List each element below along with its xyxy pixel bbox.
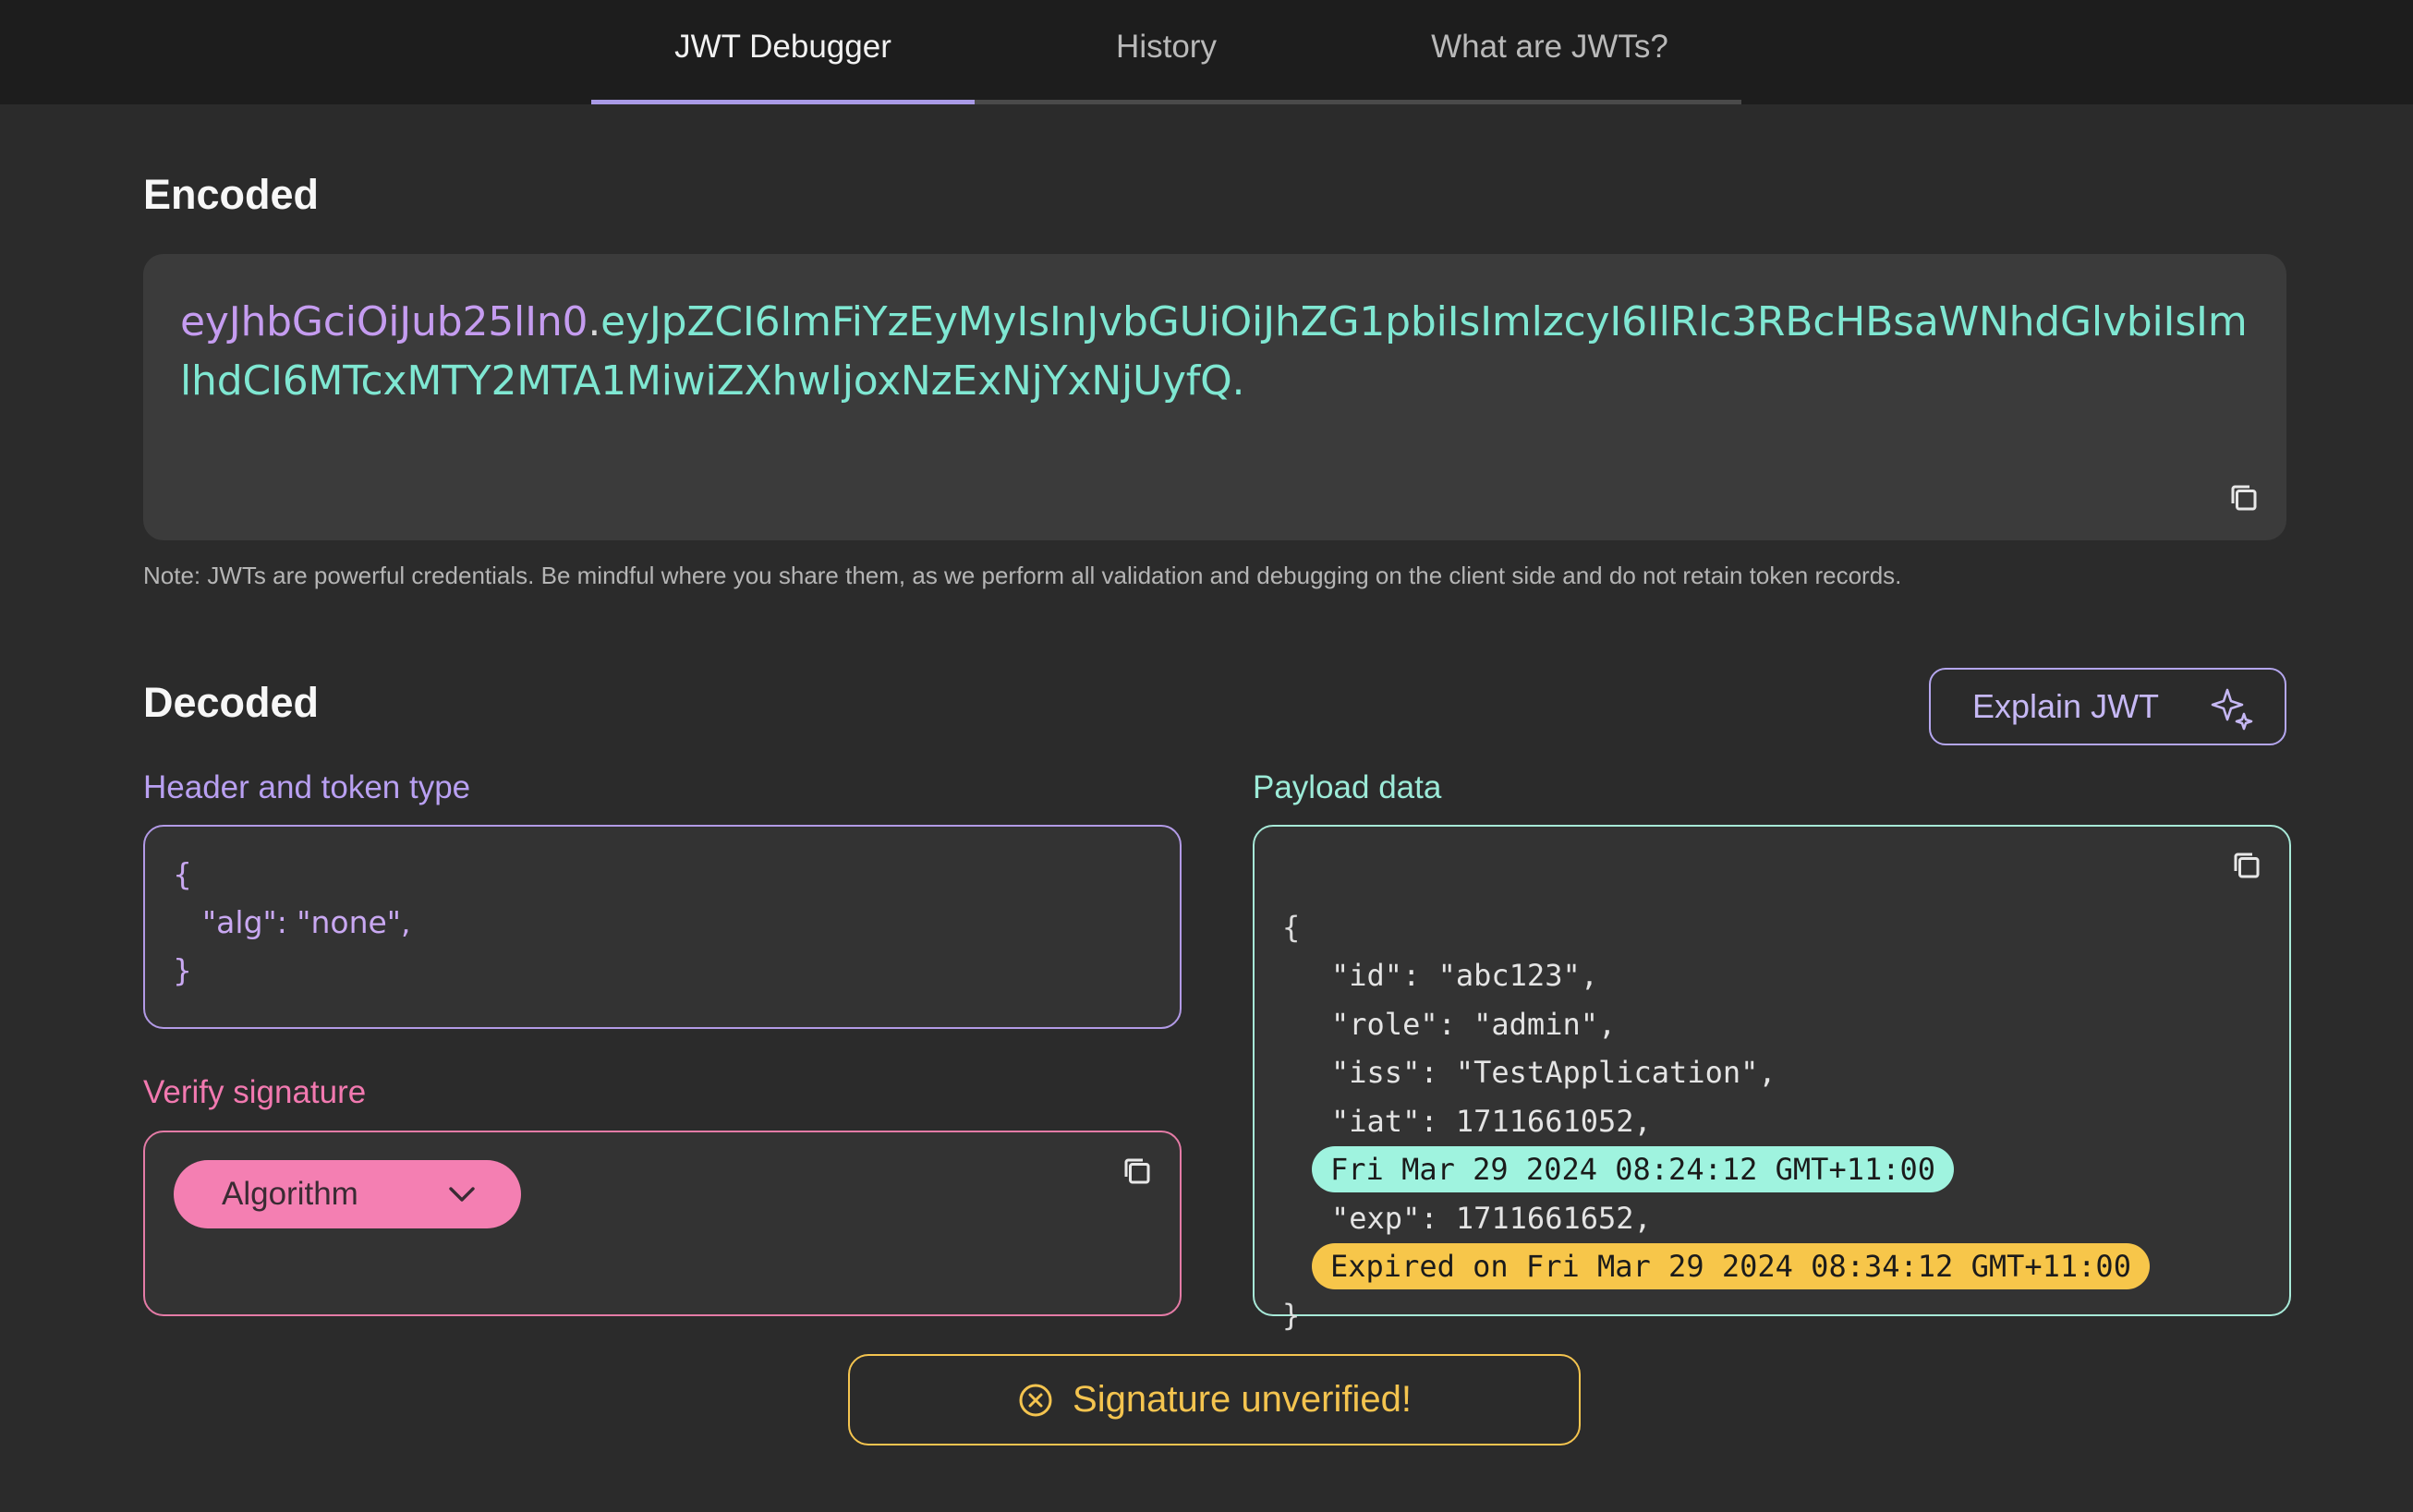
copy-icon[interactable] xyxy=(2227,481,2261,514)
algorithm-select-label: Algorithm xyxy=(222,1176,358,1212)
x-circle-icon xyxy=(1019,1384,1052,1416)
iat-date-badge: Fri Mar 29 2024 08:24:12 GMT+11:00 xyxy=(1312,1146,1955,1192)
chevron-down-icon xyxy=(449,1187,475,1202)
header-section-label: Header and token type xyxy=(143,769,471,805)
top-nav: JWT Debugger History What are JWTs? xyxy=(0,0,2413,104)
signature-status-text: Signature unverified! xyxy=(1073,1379,1412,1420)
json-close-brace: } xyxy=(173,952,192,988)
tab-what-are-jwts[interactable]: What are JWTs? xyxy=(1358,0,1741,104)
json-open-brace: { xyxy=(173,856,192,892)
copy-icon[interactable] xyxy=(2230,849,2263,882)
copy-icon[interactable] xyxy=(1121,1155,1154,1188)
encoded-title: Encoded xyxy=(143,171,320,218)
encoded-token-input[interactable]: eyJhbGciOiJub25lIn0.eyJpZCI6ImFiYzEyMyIs… xyxy=(143,254,2286,540)
json-line-exp: "exp": 1711661652, xyxy=(1331,1200,1652,1236)
header-json-editor[interactable]: { "alg": "none", } xyxy=(143,825,1182,1029)
signature-status-banner: Signature unverified! xyxy=(848,1354,1581,1445)
json-line-role: "role": "admin", xyxy=(1331,1006,1617,1042)
json-line-alg: "alg": "none", xyxy=(202,904,411,940)
json-open-brace: { xyxy=(1282,909,1301,945)
sparkle-icon xyxy=(2211,688,2253,731)
token-dot: . xyxy=(588,298,601,345)
decoded-title: Decoded xyxy=(143,679,320,726)
exp-expired-badge: Expired on Fri Mar 29 2024 08:34:12 GMT+… xyxy=(1312,1243,2150,1289)
payload-section-label: Payload data xyxy=(1253,769,1442,805)
tab-history[interactable]: History xyxy=(975,0,1358,104)
token-header-part: eyJhbGciOiJub25lIn0 xyxy=(180,298,588,345)
json-line-iss: "iss": "TestApplication", xyxy=(1331,1055,1776,1090)
verify-signature-panel: Algorithm xyxy=(143,1131,1182,1316)
tab-bar: JWT Debugger History What are JWTs? xyxy=(591,0,1743,104)
payload-json-editor[interactable]: { "id": "abc123", "role": "admin", "iss": … xyxy=(1253,825,2291,1333)
explain-jwt-label: Explain JWT xyxy=(1972,687,2160,725)
explain-jwt-button[interactable]: Explain JWT xyxy=(1929,668,2286,745)
algorithm-select[interactable]: Algorithm xyxy=(174,1160,521,1228)
security-note: Note: JWTs are powerful credentials. Be … xyxy=(143,562,1902,589)
verify-section-label: Verify signature xyxy=(143,1074,367,1110)
json-line-iat: "iat": 1711661052, xyxy=(1331,1103,1652,1139)
tab-jwt-debugger[interactable]: JWT Debugger xyxy=(591,0,975,104)
token-dot: . xyxy=(1231,357,1245,405)
encoded-token[interactable]: eyJhbGciOiJub25lIn0.eyJpZCI6ImFiYzEyMyIs… xyxy=(180,293,2249,411)
json-line-id: "id": "abc123", xyxy=(1331,958,1598,993)
json-close-brace: } xyxy=(1282,1297,1301,1333)
